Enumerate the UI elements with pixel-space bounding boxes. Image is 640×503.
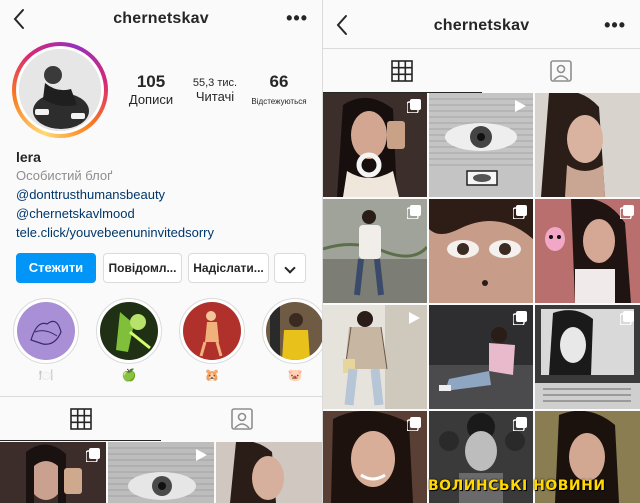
tab-tagged[interactable]: [482, 49, 640, 93]
news-watermark: ВОЛИНСЬКІ НОВИНИ: [428, 478, 606, 494]
tagged-icon: [549, 60, 572, 82]
tagged-icon: [230, 408, 253, 430]
multiple-photos-icon: [406, 417, 421, 436]
posts-label: Дописи: [128, 92, 174, 107]
more-options-icon[interactable]: •••: [286, 9, 308, 27]
post-thumbnail[interactable]: [429, 199, 533, 303]
profile-category: Особистий блоґ: [16, 168, 113, 183]
multiple-photos-icon: [406, 205, 421, 224]
followers-label: Читачі: [195, 89, 235, 104]
profile-username: chernetskav: [433, 17, 530, 34]
stat-following[interactable]: 66 Відстежуються: [248, 72, 310, 106]
post-thumbnail[interactable]: [323, 199, 427, 303]
multiple-photos-icon: [406, 99, 421, 118]
suggested-accounts-button[interactable]: [274, 253, 306, 283]
post-thumbnail[interactable]: [535, 199, 640, 303]
bio-link-mention-2[interactable]: @chernetskavlmood: [16, 204, 316, 223]
video-icon: [407, 311, 421, 330]
message-button[interactable]: Повідомл...: [103, 253, 182, 283]
more-options-icon[interactable]: •••: [604, 16, 626, 34]
multiple-photos-icon: [619, 311, 634, 330]
stat-posts[interactable]: 105 Дописи: [120, 72, 182, 107]
right-profile-screen: chernetskav •••: [323, 0, 640, 503]
bio-link-website[interactable]: tele.click/youvebeenuninvitedsorry: [16, 223, 316, 242]
email-button[interactable]: Надіслати...: [188, 253, 269, 283]
post-thumbnail[interactable]: [216, 442, 322, 503]
story-highlight-4[interactable]: 🐷: [262, 298, 322, 382]
story-highlight-1[interactable]: 🍽️: [13, 298, 79, 382]
multiple-photos-icon: [512, 417, 527, 436]
story-highlight-2[interactable]: 🍏: [96, 298, 162, 382]
right-profile-tabs: [323, 48, 640, 93]
left-top-bar: chernetskav •••: [0, 0, 322, 40]
post-thumbnail[interactable]: [535, 305, 640, 409]
highlight-thumbnail: [266, 302, 322, 360]
video-icon: [194, 448, 208, 467]
post-thumbnail[interactable]: [429, 305, 533, 409]
post-thumbnail[interactable]: [0, 442, 106, 503]
avatar: [19, 49, 101, 131]
grid-icon: [69, 408, 92, 430]
bio-link-mention-1[interactable]: @donttrusthumansbeauty: [16, 185, 316, 204]
highlight-label: 🍽️: [38, 368, 54, 382]
right-top-bar: chernetskav •••: [323, 0, 640, 48]
following-label: Відстежуються: [251, 97, 307, 106]
tab-posts-grid[interactable]: [323, 49, 482, 93]
video-icon: [513, 99, 527, 118]
profile-username: chernetskav: [113, 10, 209, 27]
avatar-story-ring[interactable]: [12, 42, 108, 138]
highlight-label: 🐹: [204, 368, 220, 382]
post-thumbnail[interactable]: [535, 93, 640, 197]
post-thumbnail[interactable]: [323, 411, 427, 503]
grid-icon: [391, 60, 414, 82]
follow-button[interactable]: Стежити: [16, 253, 96, 283]
chevron-down-icon: [284, 262, 296, 274]
story-highlight-3[interactable]: 🐹: [179, 298, 245, 382]
highlight-label: 🍏: [121, 368, 137, 382]
profile-name: lera: [16, 149, 41, 165]
multiple-photos-icon: [512, 205, 527, 224]
multiple-photos-icon: [85, 448, 100, 467]
profile-bio: lera Особистий блоґ @donttrusthumansbeau…: [16, 148, 316, 242]
highlight-thumbnail: [100, 302, 158, 360]
highlight-thumbnail: [183, 302, 241, 360]
highlight-label: 🐷: [287, 368, 303, 382]
followers-count: 55,3 тис.: [192, 77, 238, 89]
tab-tagged[interactable]: [161, 397, 322, 441]
left-profile-tabs: [0, 396, 322, 441]
right-posts-grid: [323, 93, 640, 503]
tab-posts-grid[interactable]: [0, 397, 161, 441]
following-count: 66: [269, 72, 289, 91]
post-thumbnail[interactable]: [429, 93, 533, 197]
left-profile-screen: chernetskav ••• 105 Дописи 55,3 тис. Чит…: [0, 0, 322, 503]
post-thumbnail[interactable]: [323, 93, 427, 197]
multiple-photos-icon: [619, 205, 634, 224]
highlight-thumbnail: [17, 302, 75, 360]
post-thumbnail[interactable]: [108, 442, 214, 503]
post-thumbnail[interactable]: [323, 305, 427, 409]
left-posts-grid: [0, 442, 322, 503]
multiple-photos-icon: [512, 311, 527, 330]
posts-count: 105: [136, 72, 166, 91]
stat-followers[interactable]: 55,3 тис. Читачі: [184, 72, 246, 104]
